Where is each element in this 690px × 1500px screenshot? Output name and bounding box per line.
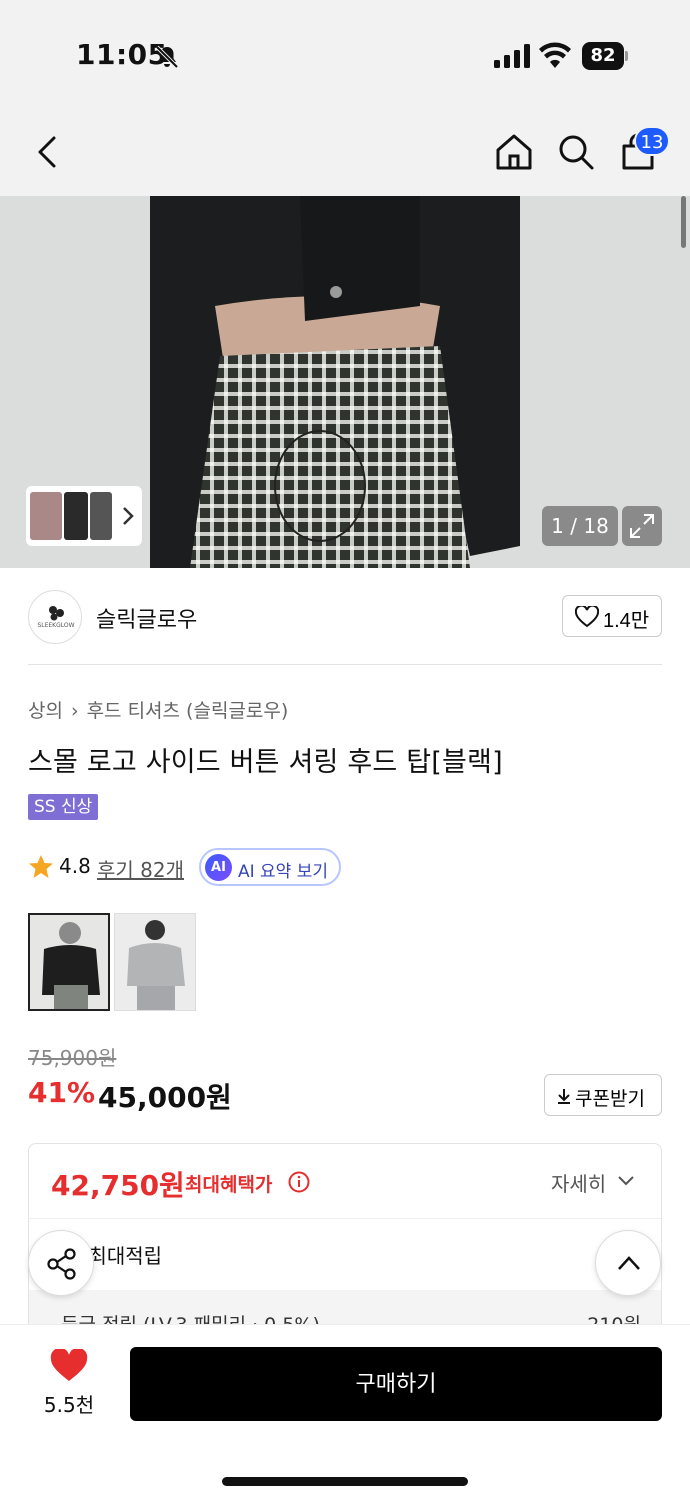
scroll-indicator xyxy=(681,196,686,248)
buy-button[interactable]: 구매하기 xyxy=(130,1347,662,1421)
review-link[interactable]: 후기 82개 xyxy=(97,854,184,883)
best-benefit-label: 최대혜택가 xyxy=(185,1174,273,1196)
heart-outline-icon xyxy=(575,606,599,628)
battery-icon: 82 xyxy=(582,42,628,70)
product-image-gallery[interactable]: 1 / 18 xyxy=(0,196,690,568)
wishlist-heart-icon[interactable] xyxy=(50,1349,88,1383)
gallery-thumbnail-strip[interactable] xyxy=(26,486,142,546)
signal-icon xyxy=(494,44,530,68)
product-title: 스몰 로고 사이드 버튼 셔링 후드 탑[블랙] xyxy=(28,747,503,778)
star-icon xyxy=(29,855,53,878)
battery-level: 82 xyxy=(582,42,624,70)
brand-logo-text: SLEEKGLOW xyxy=(37,622,75,629)
breadcrumb: 상의 › 후드 티셔츠 (슬릭글로우) xyxy=(28,696,288,723)
home-indicator xyxy=(222,1477,468,1486)
status-bar: 11:05 82 xyxy=(0,0,690,110)
download-icon xyxy=(558,1089,570,1104)
cart-count-badge: 13 xyxy=(634,126,670,156)
back-icon[interactable] xyxy=(26,130,70,174)
wishlist-count: 5.5천 xyxy=(43,1393,95,1417)
benefit-detail-toggle[interactable]: 자세히 xyxy=(551,1168,606,1197)
chevron-right-icon: › xyxy=(70,700,79,722)
color-option-gray[interactable] xyxy=(114,913,196,1011)
bell-slash-icon xyxy=(155,45,179,69)
sale-price: 45,000원 xyxy=(98,1081,232,1114)
gallery-page-indicator: 1 / 18 xyxy=(542,506,618,546)
discount-rate: 41% xyxy=(28,1076,96,1109)
brand-like-count: 1.4만 xyxy=(603,610,650,632)
rating-score: 4.8 xyxy=(59,854,91,878)
chevron-right-icon xyxy=(123,507,134,525)
benefit-box: 42,750원 최대혜택가 자세히 0원 최대적립 등급 적립 (LV.3 패밀… xyxy=(28,1143,662,1343)
chevron-down-icon xyxy=(618,1176,634,1186)
new-season-tag: SS 신상 xyxy=(28,794,99,820)
share-icon xyxy=(47,1248,76,1280)
color-option-image xyxy=(30,915,108,1009)
home-icon[interactable] xyxy=(492,130,536,174)
brand-logo-mark-icon xyxy=(49,606,64,621)
color-option-image xyxy=(115,914,195,1010)
ai-summary-button[interactable]: AI AI 요약 보기 xyxy=(199,848,341,886)
coupon-label: 쿠폰받기 xyxy=(575,1089,645,1110)
brand-like-button[interactable]: 1.4만 xyxy=(562,595,662,637)
coupon-button[interactable]: 쿠폰받기 xyxy=(544,1074,662,1116)
expand-icon xyxy=(630,514,654,538)
ai-summary-label: AI 요약 보기 xyxy=(238,862,329,882)
best-benefit-price: 42,750원 xyxy=(51,1169,185,1202)
divider xyxy=(29,1218,661,1219)
gallery-thumb xyxy=(64,492,88,540)
share-button[interactable] xyxy=(28,1230,94,1296)
breadcrumb-category[interactable]: 상의 xyxy=(28,700,63,722)
original-price: 75,900원 xyxy=(28,1046,117,1070)
gallery-thumb xyxy=(90,492,112,540)
gallery-thumb xyxy=(30,492,62,540)
expand-button[interactable] xyxy=(622,506,662,546)
breadcrumb-subcategory[interactable]: 후드 티셔츠 (슬릭글로우) xyxy=(87,700,289,722)
scroll-top-button[interactable] xyxy=(595,1230,661,1296)
brand-logo[interactable]: SLEEKGLOW xyxy=(28,590,82,644)
color-option-black[interactable] xyxy=(28,913,110,1011)
top-nav xyxy=(0,110,690,196)
divider xyxy=(28,664,662,665)
wifi-icon xyxy=(539,42,571,68)
brand-name[interactable]: 슬릭글로우 xyxy=(96,602,197,634)
ai-badge-icon: AI xyxy=(205,854,232,881)
chevron-up-icon xyxy=(618,1256,640,1270)
bottom-action-bar: 5.5천 구매하기 xyxy=(0,1324,690,1500)
info-icon[interactable] xyxy=(288,1171,310,1193)
search-icon[interactable] xyxy=(554,130,598,174)
